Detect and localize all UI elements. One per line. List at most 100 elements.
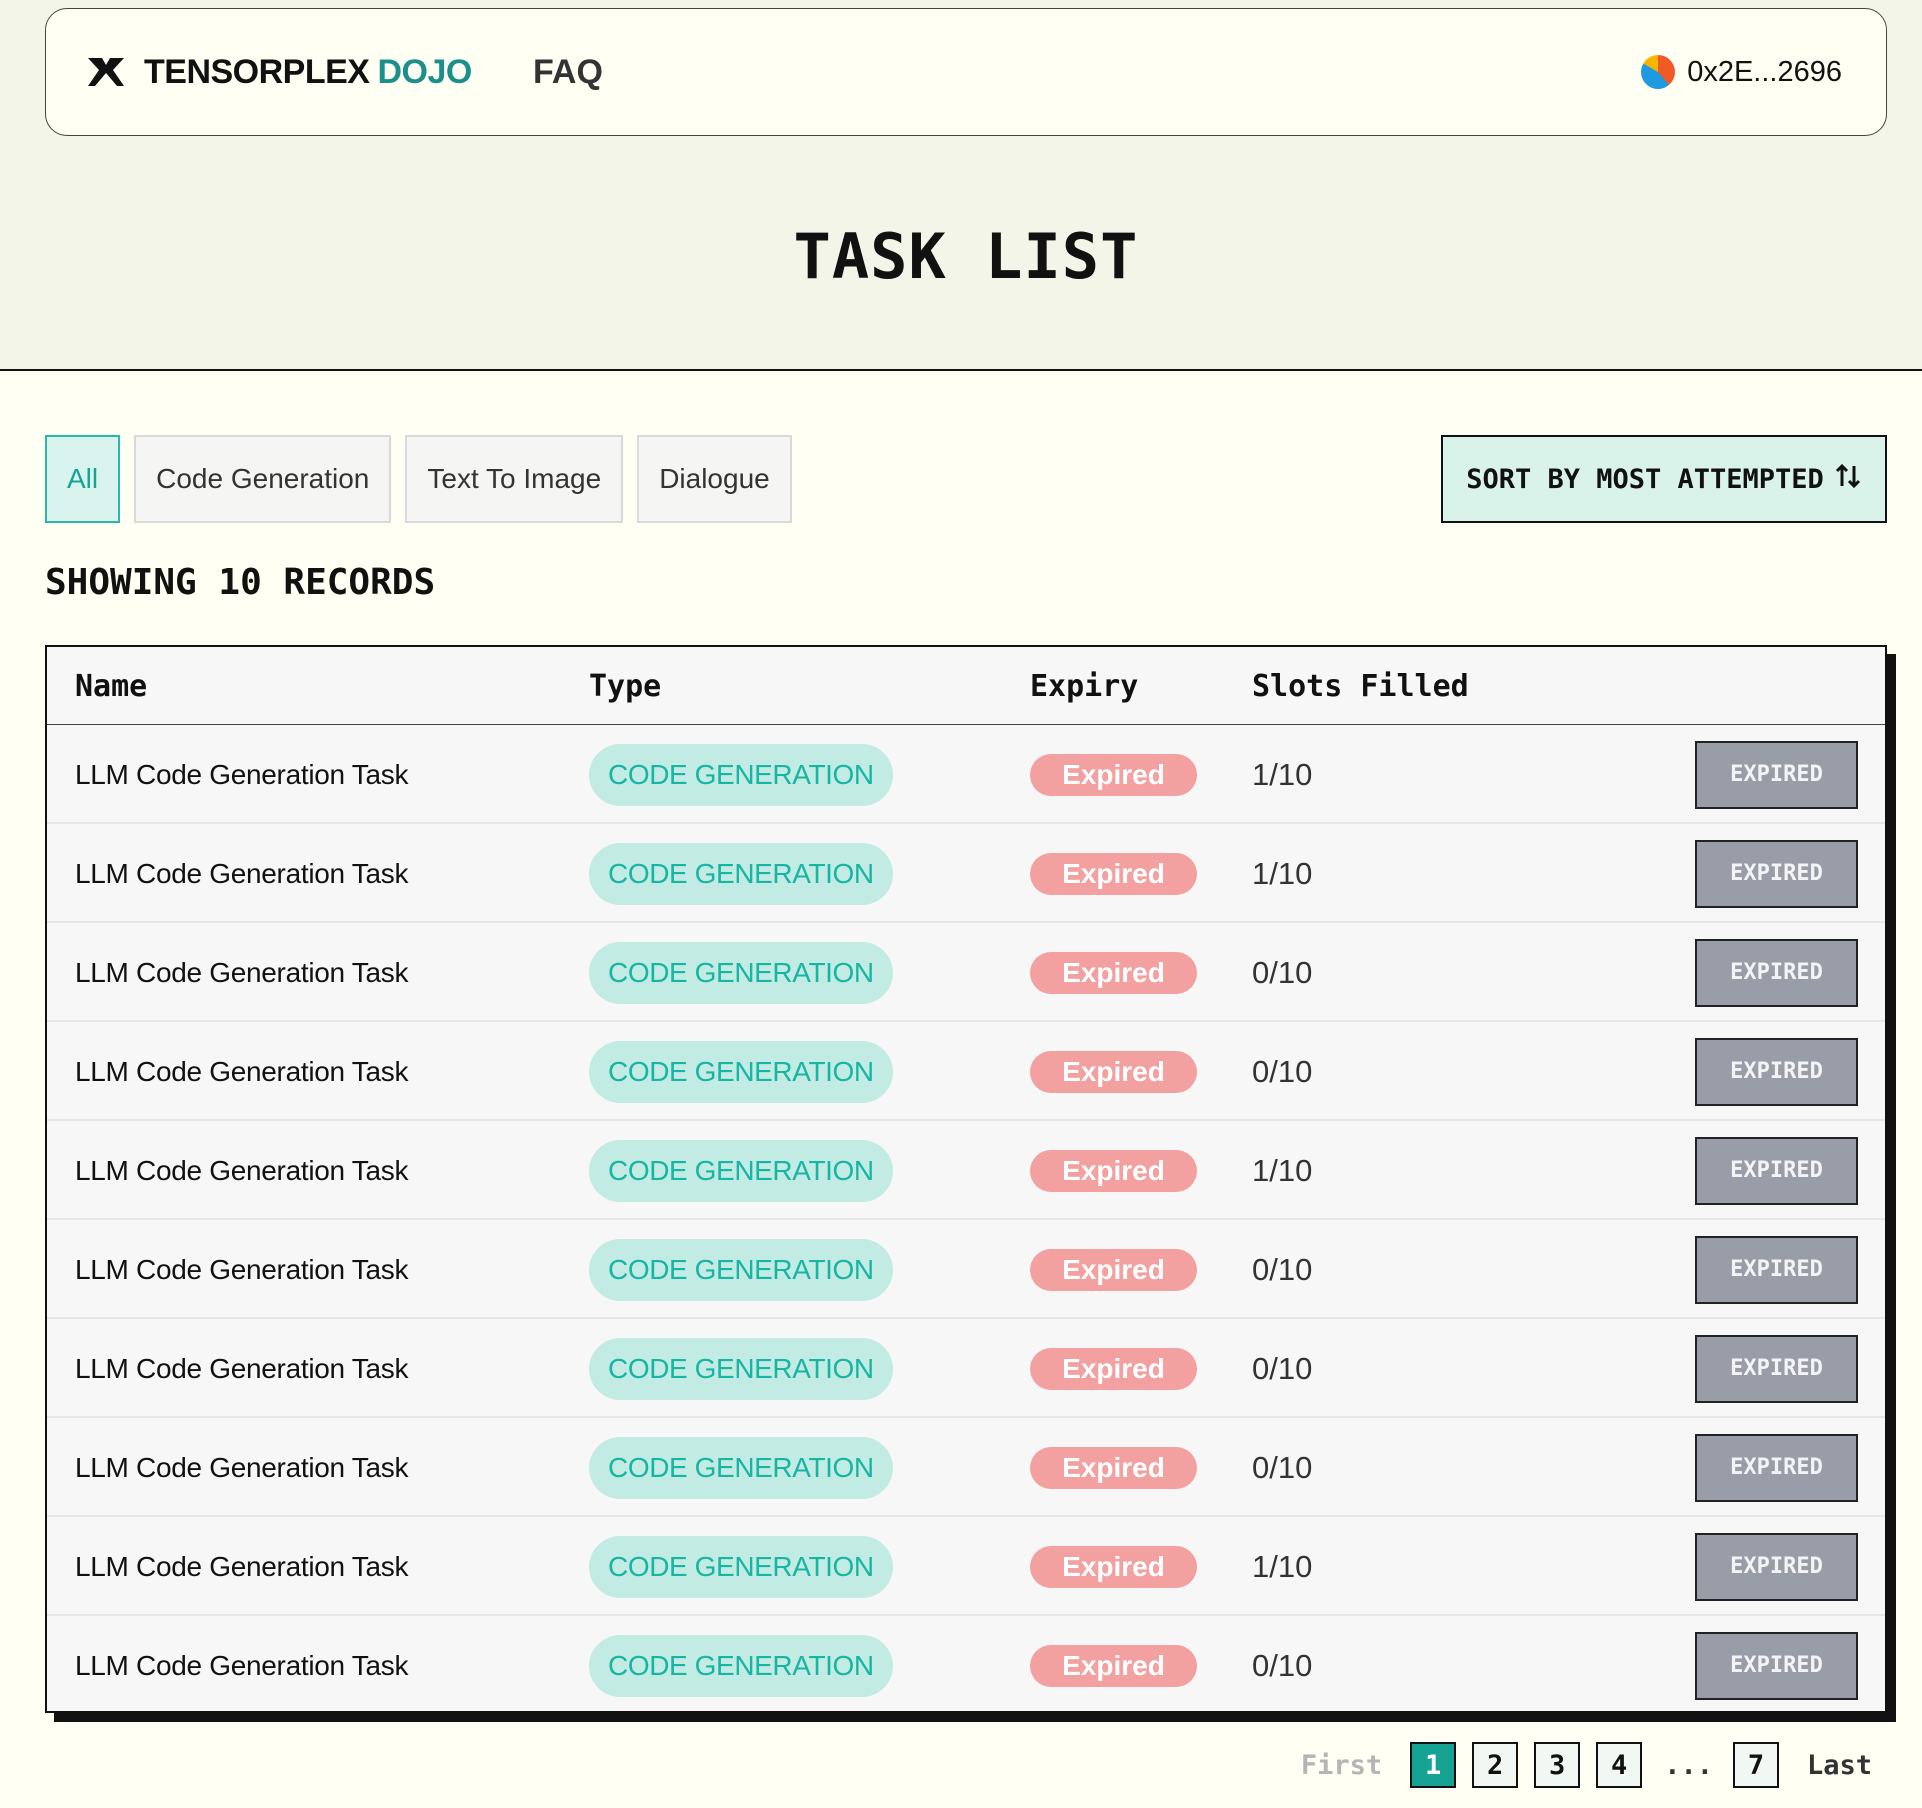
- wallet-button[interactable]: 0x2E...2696: [1641, 9, 1842, 135]
- slots-filled: 0/10: [1252, 1647, 1313, 1683]
- type-cell: CODE GENERATION: [589, 1319, 893, 1418]
- header-name: Name: [75, 668, 148, 704]
- expiry-status-badge: Expired: [1030, 1347, 1197, 1390]
- task-name: LLM Code Generation Task: [75, 1055, 409, 1087]
- expiry-status-badge: Expired: [1030, 1446, 1197, 1489]
- task-name: LLM Code Generation Task: [75, 1649, 409, 1681]
- type-cell: CODE GENERATION: [589, 1517, 893, 1616]
- expired-action-button[interactable]: EXPIRED: [1695, 1433, 1858, 1502]
- expiry-status-badge: Expired: [1030, 1050, 1197, 1093]
- task-type-badge: CODE GENERATION: [589, 1535, 893, 1598]
- expired-action-button[interactable]: EXPIRED: [1695, 1136, 1858, 1205]
- page-first[interactable]: First: [1301, 1750, 1382, 1781]
- wallet-avatar-icon: [1641, 55, 1676, 89]
- page-1[interactable]: 1: [1410, 1742, 1457, 1788]
- header-slots-filled: Slots Filled: [1252, 668, 1469, 704]
- page-last[interactable]: Last: [1807, 1750, 1872, 1781]
- page-4[interactable]: 4: [1596, 1742, 1643, 1788]
- filter-text-to-image[interactable]: Text To Image: [405, 435, 624, 523]
- expiry-status-badge: Expired: [1030, 951, 1197, 994]
- task-type-badge: CODE GENERATION: [589, 941, 893, 1004]
- expiry-status-badge: Expired: [1030, 1248, 1197, 1291]
- task-name: LLM Code Generation Task: [75, 1352, 409, 1384]
- type-cell: CODE GENERATION: [589, 725, 893, 824]
- table-row: LLM Code Generation Task CODE GENERATION E…: [47, 1418, 1885, 1517]
- type-cell: CODE GENERATION: [589, 923, 893, 1022]
- brand-logo[interactable]: TENSORPLEX DOJO: [86, 9, 472, 135]
- filter-dialogue[interactable]: Dialogue: [637, 435, 792, 523]
- task-type-badge: CODE GENERATION: [589, 1238, 893, 1301]
- type-cell: CODE GENERATION: [589, 1418, 893, 1517]
- table-row: LLM Code Generation Task CODE GENERATION E…: [47, 824, 1885, 923]
- table-row: LLM Code Generation Task CODE GENERATION E…: [47, 1121, 1885, 1220]
- page-ellipsis: ...: [1664, 1749, 1713, 1781]
- task-name: LLM Code Generation Task: [75, 1550, 409, 1582]
- filter-code-generation[interactable]: Code Generation: [134, 435, 392, 523]
- expiry-status-badge: Expired: [1030, 1644, 1197, 1687]
- action-cell: EXPIRED: [1695, 1121, 1858, 1220]
- task-type-badge: CODE GENERATION: [589, 743, 893, 806]
- expired-action-button[interactable]: EXPIRED: [1695, 839, 1858, 908]
- task-name: LLM Code Generation Task: [75, 1253, 409, 1285]
- expired-action-button[interactable]: EXPIRED: [1695, 1334, 1858, 1403]
- sort-arrows-icon: [1834, 462, 1862, 497]
- records-count: SHOWING 10 RECORDS: [45, 562, 436, 603]
- type-cell: CODE GENERATION: [589, 824, 893, 923]
- expiry-status-badge: Expired: [1030, 1545, 1197, 1588]
- expiry-cell: Expired: [1030, 1517, 1197, 1616]
- task-type-badge: CODE GENERATION: [589, 1436, 893, 1499]
- action-cell: EXPIRED: [1695, 1220, 1858, 1319]
- page-7[interactable]: 7: [1732, 1742, 1779, 1788]
- type-cell: CODE GENERATION: [589, 1121, 893, 1220]
- slots-filled: 1/10: [1252, 756, 1313, 792]
- task-name: LLM Code Generation Task: [75, 758, 409, 790]
- table-row: LLM Code Generation Task CODE GENERATION E…: [47, 1517, 1885, 1616]
- action-cell: EXPIRED: [1695, 1022, 1858, 1121]
- filter-tabs: All Code Generation Text To Image Dialog…: [45, 435, 792, 523]
- brand-name: TENSORPLEX DOJO: [144, 52, 472, 91]
- expired-action-button[interactable]: EXPIRED: [1695, 1532, 1858, 1601]
- action-cell: EXPIRED: [1695, 1418, 1858, 1517]
- task-type-badge: CODE GENERATION: [589, 1040, 893, 1103]
- expiry-status-badge: Expired: [1030, 852, 1197, 895]
- sort-button[interactable]: SORT BY MOST ATTEMPTED: [1441, 435, 1887, 523]
- expiry-cell: Expired: [1030, 1121, 1197, 1220]
- task-type-badge: CODE GENERATION: [589, 842, 893, 905]
- table-header: Name Type Expiry Slots Filled: [47, 647, 1885, 725]
- slots-filled: 1/10: [1252, 1152, 1313, 1188]
- expiry-cell: Expired: [1030, 1022, 1197, 1121]
- expired-action-button[interactable]: EXPIRED: [1695, 740, 1858, 809]
- brand-accent: DOJO: [377, 52, 472, 91]
- type-cell: CODE GENERATION: [589, 1022, 893, 1121]
- expired-action-button[interactable]: EXPIRED: [1695, 1631, 1858, 1700]
- action-cell: EXPIRED: [1695, 1319, 1858, 1418]
- table-row: LLM Code Generation Task CODE GENERATION E…: [47, 1616, 1885, 1715]
- page-2[interactable]: 2: [1472, 1742, 1519, 1788]
- hero-section: TENSORPLEX DOJO FAQ 0x2E...2696 TASK LIST: [0, 0, 1922, 371]
- sort-label: SORT BY MOST ATTEMPTED: [1466, 463, 1824, 495]
- pagination: First 1 2 3 4 ... 7 Last: [1301, 1741, 1872, 1789]
- expiry-cell: Expired: [1030, 1616, 1197, 1715]
- task-name: LLM Code Generation Task: [75, 857, 409, 889]
- top-navbar: TENSORPLEX DOJO FAQ 0x2E...2696: [45, 8, 1887, 136]
- expired-action-button[interactable]: EXPIRED: [1695, 1037, 1858, 1106]
- action-cell: EXPIRED: [1695, 1616, 1858, 1715]
- expiry-status-badge: Expired: [1030, 753, 1197, 796]
- slots-filled: 0/10: [1252, 1449, 1313, 1485]
- slots-filled: 0/10: [1252, 954, 1313, 990]
- expired-action-button[interactable]: EXPIRED: [1695, 938, 1858, 1007]
- nav-faq-link[interactable]: FAQ: [533, 9, 603, 135]
- action-cell: EXPIRED: [1695, 923, 1858, 1022]
- action-cell: EXPIRED: [1695, 1517, 1858, 1616]
- expiry-cell: Expired: [1030, 824, 1197, 923]
- table-row: LLM Code Generation Task CODE GENERATION E…: [47, 923, 1885, 1022]
- wallet-address: 0x2E...2696: [1687, 55, 1842, 88]
- filter-all[interactable]: All: [45, 435, 121, 523]
- table-row: LLM Code Generation Task CODE GENERATION E…: [47, 725, 1885, 824]
- action-cell: EXPIRED: [1695, 824, 1858, 923]
- expired-action-button[interactable]: EXPIRED: [1695, 1235, 1858, 1304]
- page-title: TASK LIST: [793, 220, 1139, 293]
- task-table: Name Type Expiry Slots Filled LLM Code G…: [45, 645, 1887, 1713]
- page-3[interactable]: 3: [1534, 1742, 1581, 1788]
- task-type-badge: CODE GENERATION: [589, 1337, 893, 1400]
